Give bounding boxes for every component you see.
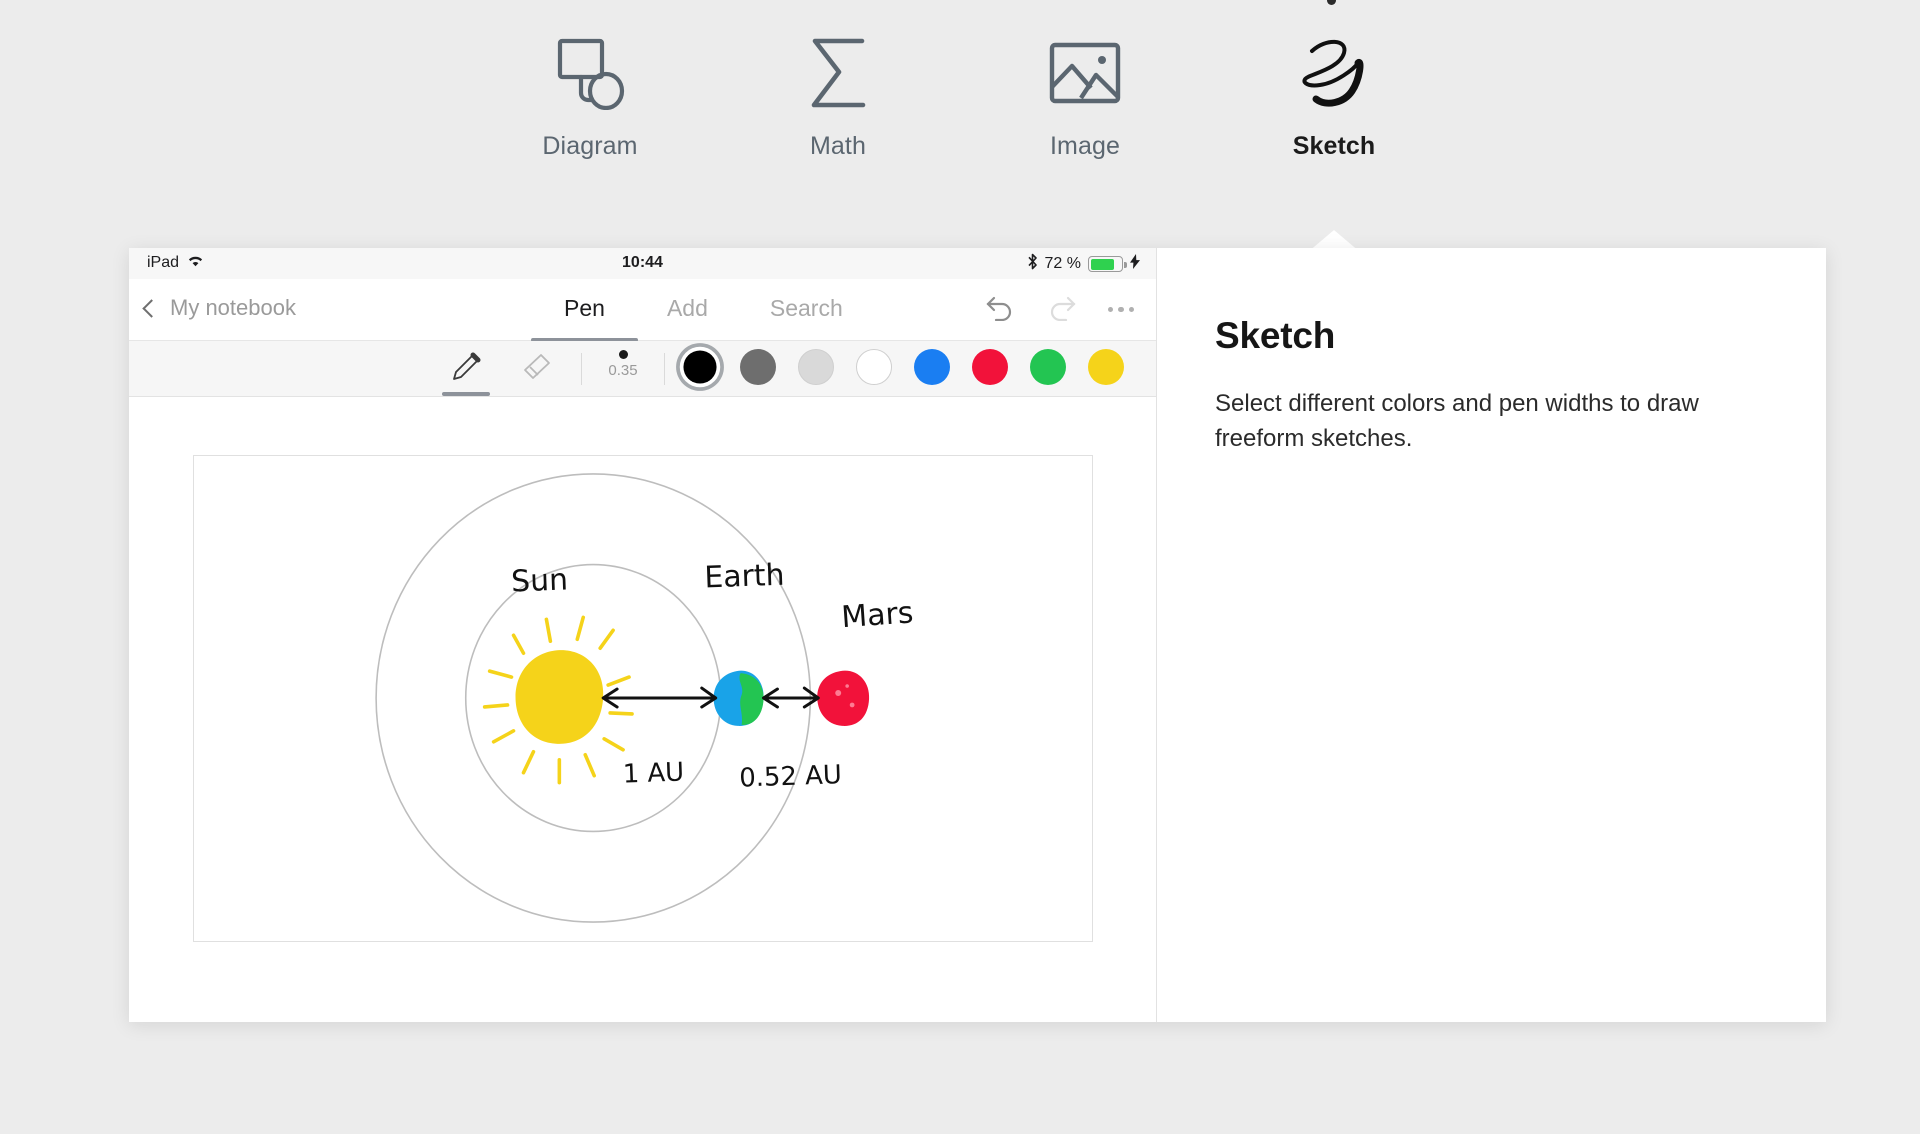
- info-panel-title: Sketch: [1215, 315, 1336, 356]
- picture-icon: [985, 30, 1185, 116]
- color-swatch-yellow[interactable]: [1088, 349, 1124, 385]
- nav-actions: [984, 293, 1134, 326]
- status-bar-time: 10:44: [622, 254, 663, 271]
- color-swatch-white[interactable]: [856, 349, 892, 385]
- color-swatches: [682, 349, 1124, 385]
- status-bar-right: 72 %: [1027, 253, 1140, 275]
- feature-tab-label: Math: [810, 132, 866, 160]
- feature-tab-label: Sketch: [1292, 132, 1376, 160]
- redo-arrow-icon: [1046, 293, 1078, 326]
- app-nav-bar: My notebook Pen Add Search: [129, 279, 1156, 342]
- color-swatch-green[interactable]: [1030, 349, 1066, 385]
- toolbar-divider: [664, 353, 665, 385]
- scribble-icon: [1234, 30, 1434, 116]
- battery-percent: 72 %: [1044, 255, 1081, 272]
- feature-tab-sketch[interactable]: Sketch: [1234, 30, 1434, 161]
- undo-arrow-icon[interactable]: [984, 293, 1016, 326]
- feature-tab-strip: Diagram Math Image Sketch: [0, 0, 1920, 252]
- pen-toolbar: 0.35: [129, 341, 1156, 397]
- feature-tab-image[interactable]: Image: [985, 30, 1185, 161]
- sketch-canvas[interactable]: Sun Earth Mars 1 AU 0.52 AU: [193, 455, 1093, 942]
- editor-tabs: Pen Add Search: [531, 295, 843, 342]
- cropped-marker: [1327, 0, 1336, 5]
- note-sheet[interactable]: Sun Earth Mars 1 AU 0.52 AU: [129, 397, 1156, 1022]
- label-earth: Earth: [704, 558, 785, 596]
- label-sun: Sun: [511, 562, 569, 599]
- info-panel: Sketch Select different colors and pen w…: [1157, 248, 1826, 1022]
- lightning-bolt-icon: [1130, 254, 1140, 274]
- tab-search[interactable]: Search: [770, 295, 843, 342]
- feature-tab-diagram[interactable]: Diagram: [490, 30, 690, 161]
- color-swatch-blue[interactable]: [914, 349, 950, 385]
- diagram-shapes-icon: [490, 30, 690, 116]
- feature-tab-math[interactable]: Math: [738, 30, 938, 161]
- bluetooth-icon: [1027, 253, 1038, 275]
- tab-add[interactable]: Add: [667, 295, 708, 342]
- color-swatch-red[interactable]: [972, 349, 1008, 385]
- pen-width-selector[interactable]: 0.35: [587, 346, 659, 379]
- pencil-icon: [451, 352, 481, 387]
- color-swatch-light-gray[interactable]: [798, 349, 834, 385]
- feature-tab-label: Image: [1050, 132, 1120, 160]
- sigma-icon: [738, 30, 938, 116]
- ios-status-bar: iPad 10:44 72 %: [129, 248, 1156, 279]
- label-distance-earth-mars: 0.52 AU: [739, 760, 842, 794]
- label-mars: Mars: [840, 595, 914, 635]
- content-card: iPad 10:44 72 % My notebook Pen Add Sear…: [129, 248, 1826, 1022]
- tab-pen[interactable]: Pen: [531, 295, 638, 342]
- pen-width-value: 0.35: [608, 362, 638, 379]
- eraser-icon: [522, 352, 554, 387]
- label-distance-sun-earth: 1 AU: [622, 758, 684, 790]
- color-swatch-gray[interactable]: [740, 349, 776, 385]
- toolbar-divider: [581, 353, 582, 385]
- pencil-tool-button[interactable]: [439, 347, 493, 396]
- back-to-notebook-button[interactable]: My notebook: [142, 295, 296, 321]
- ipad-preview: iPad 10:44 72 % My notebook Pen Add Sear…: [129, 248, 1156, 1022]
- battery-icon: [1088, 256, 1127, 272]
- app-root: Diagram Math Image Sketch iPad 10:44 72 …: [0, 0, 1920, 1134]
- info-panel-description: Select different colors and pen widths t…: [1215, 390, 1699, 452]
- solar-system-sketch: Sun Earth Mars 1 AU 0.52 AU: [375, 473, 914, 923]
- feature-tab-label: Diagram: [542, 132, 638, 160]
- more-ellipsis-icon[interactable]: [1107, 306, 1134, 313]
- chevron-left-icon: [142, 299, 161, 318]
- eraser-tool-button[interactable]: [511, 347, 565, 391]
- color-swatch-black[interactable]: [683, 350, 717, 384]
- back-label: My notebook: [170, 295, 296, 320]
- pen-width-dot: [618, 350, 628, 359]
